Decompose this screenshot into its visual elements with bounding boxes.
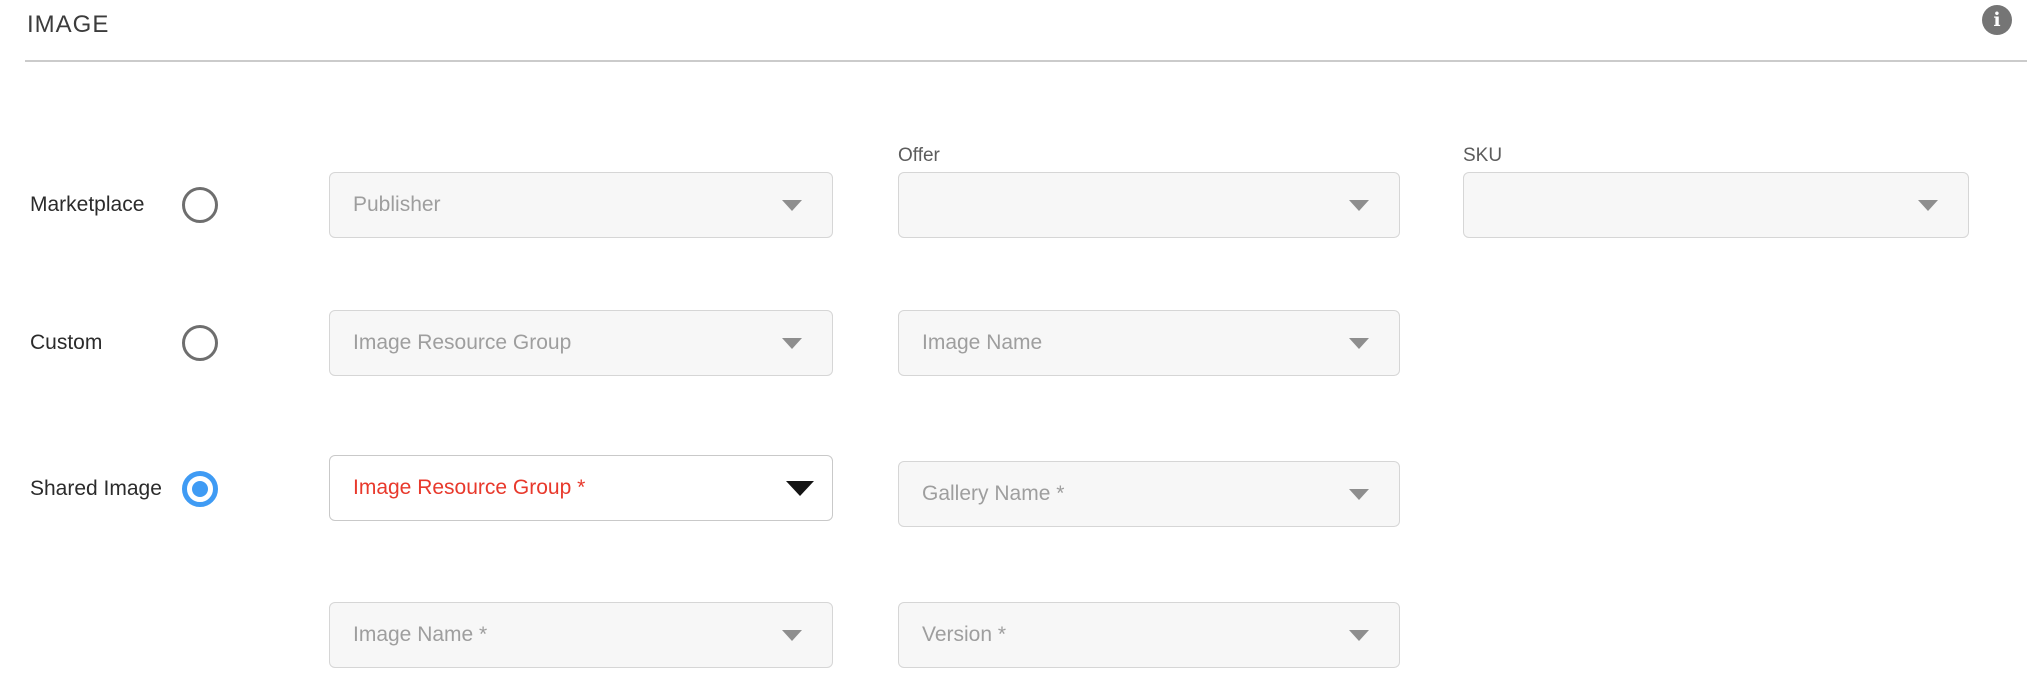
custom-image-resource-group-dropdown[interactable]: Image Resource Group [329,310,833,376]
chevron-down-icon [1349,489,1369,500]
info-icon[interactable]: i [1982,5,2012,35]
radio-label-marketplace: Marketplace [30,191,144,219]
offer-value [922,173,1339,236]
shared-image-resource-group-dropdown[interactable]: Image Resource Group * [329,455,833,521]
chevron-down-icon [782,630,802,641]
image-section: IMAGE i Marketplace Custom Shared Image … [0,0,2044,686]
shared-image-name-placeholder: Image Name * [353,603,772,666]
shared-image-resource-group-required-text: Image Resource Group * [353,456,772,519]
radio-label-shared-image: Shared Image [30,475,162,503]
chevron-down-icon [1918,200,1938,211]
custom-image-name-dropdown[interactable]: Image Name [898,310,1400,376]
version-placeholder: Version * [922,603,1339,666]
chevron-down-icon [1349,338,1369,349]
radio-label-custom: Custom [30,329,102,357]
radio-custom[interactable] [182,325,218,361]
chevron-down-icon [1349,630,1369,641]
sku-label: SKU [1463,146,1502,166]
shared-image-name-dropdown[interactable]: Image Name * [329,602,833,668]
chevron-down-icon [782,200,802,211]
header-divider [25,60,2027,62]
publisher-placeholder: Publisher [353,173,772,236]
offer-label: Offer [898,146,940,166]
version-dropdown[interactable]: Version * [898,602,1400,668]
sku-value [1487,173,1908,236]
chevron-down-icon [786,481,814,496]
publisher-dropdown[interactable]: Publisher [329,172,833,238]
gallery-name-dropdown[interactable]: Gallery Name * [898,461,1400,527]
chevron-down-icon [1349,200,1369,211]
custom-image-name-placeholder: Image Name [922,311,1339,374]
sku-dropdown[interactable] [1463,172,1969,238]
radio-selected-dot [192,481,208,497]
chevron-down-icon [782,338,802,349]
radio-shared-image[interactable] [182,471,218,507]
gallery-name-placeholder: Gallery Name * [922,462,1339,525]
radio-marketplace[interactable] [182,187,218,223]
offer-dropdown[interactable] [898,172,1400,238]
page-title: IMAGE [27,11,109,39]
custom-image-resource-group-placeholder: Image Resource Group [353,311,772,374]
